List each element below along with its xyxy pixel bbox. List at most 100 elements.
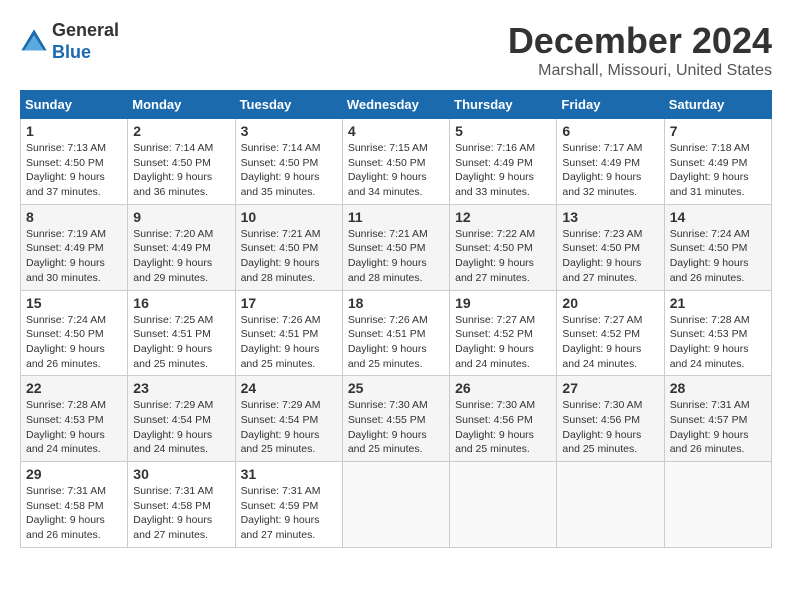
calendar-cell xyxy=(664,462,771,548)
day-info: Sunrise: 7:14 AM Sunset: 4:50 PM Dayligh… xyxy=(241,141,337,200)
calendar-cell xyxy=(450,462,557,548)
day-number: 10 xyxy=(241,209,337,225)
day-info: Sunrise: 7:31 AM Sunset: 4:57 PM Dayligh… xyxy=(670,398,766,457)
day-number: 22 xyxy=(26,380,122,396)
calendar-cell: 15 Sunrise: 7:24 AM Sunset: 4:50 PM Dayli… xyxy=(21,290,128,376)
calendar-cell: 23 Sunrise: 7:29 AM Sunset: 4:54 PM Dayli… xyxy=(128,376,235,462)
calendar-cell: 3 Sunrise: 7:14 AM Sunset: 4:50 PM Daylig… xyxy=(235,119,342,205)
day-info: Sunrise: 7:30 AM Sunset: 4:56 PM Dayligh… xyxy=(562,398,658,457)
day-info: Sunrise: 7:29 AM Sunset: 4:54 PM Dayligh… xyxy=(241,398,337,457)
header-saturday: Saturday xyxy=(664,91,771,119)
header-tuesday: Tuesday xyxy=(235,91,342,119)
calendar-cell: 9 Sunrise: 7:20 AM Sunset: 4:49 PM Daylig… xyxy=(128,204,235,290)
calendar-cell: 30 Sunrise: 7:31 AM Sunset: 4:58 PM Dayli… xyxy=(128,462,235,548)
calendar-week-3: 15 Sunrise: 7:24 AM Sunset: 4:50 PM Dayli… xyxy=(21,290,772,376)
calendar-week-1: 1 Sunrise: 7:13 AM Sunset: 4:50 PM Daylig… xyxy=(21,119,772,205)
calendar-cell: 13 Sunrise: 7:23 AM Sunset: 4:50 PM Dayli… xyxy=(557,204,664,290)
header-wednesday: Wednesday xyxy=(342,91,449,119)
header-monday: Monday xyxy=(128,91,235,119)
day-info: Sunrise: 7:27 AM Sunset: 4:52 PM Dayligh… xyxy=(562,313,658,372)
day-info: Sunrise: 7:17 AM Sunset: 4:49 PM Dayligh… xyxy=(562,141,658,200)
day-number: 18 xyxy=(348,295,444,311)
calendar-cell xyxy=(342,462,449,548)
day-number: 3 xyxy=(241,123,337,139)
day-info: Sunrise: 7:19 AM Sunset: 4:49 PM Dayligh… xyxy=(26,227,122,286)
calendar-header: Sunday Monday Tuesday Wednesday Thursday… xyxy=(21,91,772,119)
day-number: 9 xyxy=(133,209,229,225)
calendar-cell: 16Sunrise: 7:25 AM Sunset: 4:51 PM Dayli… xyxy=(128,290,235,376)
calendar-cell: 26Sunrise: 7:30 AM Sunset: 4:56 PM Dayli… xyxy=(450,376,557,462)
calendar-table: Sunday Monday Tuesday Wednesday Thursday… xyxy=(20,90,772,548)
day-info: Sunrise: 7:18 AM Sunset: 4:49 PM Dayligh… xyxy=(670,141,766,200)
day-number: 19 xyxy=(455,295,551,311)
calendar-cell: 5 Sunrise: 7:16 AM Sunset: 4:49 PM Daylig… xyxy=(450,119,557,205)
calendar-cell: 18 Sunrise: 7:26 AM Sunset: 4:51 PM Dayli… xyxy=(342,290,449,376)
day-info: Sunrise: 7:15 AM Sunset: 4:50 PM Dayligh… xyxy=(348,141,444,200)
day-info: Sunrise: 7:30 AM Sunset: 4:56 PM Dayligh… xyxy=(455,398,551,457)
day-number: 24 xyxy=(241,380,337,396)
day-number: 30 xyxy=(133,466,229,482)
day-number: 12 xyxy=(455,209,551,225)
calendar-cell: 29 Sunrise: 7:31 AM Sunset: 4:58 PM Dayli… xyxy=(21,462,128,548)
day-info: Sunrise: 7:29 AM Sunset: 4:54 PM Dayligh… xyxy=(133,398,229,457)
calendar-week-2: 8 Sunrise: 7:19 AM Sunset: 4:49 PM Daylig… xyxy=(21,204,772,290)
calendar-cell: 2Sunrise: 7:14 AM Sunset: 4:50 PM Daylig… xyxy=(128,119,235,205)
calendar-cell: 10 Sunrise: 7:21 AM Sunset: 4:50 PM Dayli… xyxy=(235,204,342,290)
day-number: 29 xyxy=(26,466,122,482)
header-row: Sunday Monday Tuesday Wednesday Thursday… xyxy=(21,91,772,119)
day-number: 1 xyxy=(26,123,122,139)
day-number: 13 xyxy=(562,209,658,225)
header-sunday: Sunday xyxy=(21,91,128,119)
day-info: Sunrise: 7:31 AM Sunset: 4:58 PM Dayligh… xyxy=(26,484,122,543)
day-number: 2 xyxy=(133,123,229,139)
header-friday: Friday xyxy=(557,91,664,119)
day-number: 21 xyxy=(670,295,766,311)
day-number: 16 xyxy=(133,295,229,311)
calendar-cell: 27Sunrise: 7:30 AM Sunset: 4:56 PM Dayli… xyxy=(557,376,664,462)
day-number: 11 xyxy=(348,209,444,225)
calendar-cell: 19 Sunrise: 7:27 AM Sunset: 4:52 PM Dayli… xyxy=(450,290,557,376)
calendar-cell: 8 Sunrise: 7:19 AM Sunset: 4:49 PM Daylig… xyxy=(21,204,128,290)
day-info: Sunrise: 7:16 AM Sunset: 4:49 PM Dayligh… xyxy=(455,141,551,200)
day-info: Sunrise: 7:24 AM Sunset: 4:50 PM Dayligh… xyxy=(26,313,122,372)
calendar-cell: 7 Sunrise: 7:18 AM Sunset: 4:49 PM Daylig… xyxy=(664,119,771,205)
calendar-cell: 28Sunrise: 7:31 AM Sunset: 4:57 PM Dayli… xyxy=(664,376,771,462)
day-number: 14 xyxy=(670,209,766,225)
page-header: General Blue December 2024 Marshall, Mis… xyxy=(20,20,772,80)
day-info: Sunrise: 7:26 AM Sunset: 4:51 PM Dayligh… xyxy=(241,313,337,372)
logo: General Blue xyxy=(20,20,119,63)
day-number: 15 xyxy=(26,295,122,311)
calendar-cell: 11 Sunrise: 7:21 AM Sunset: 4:50 PM Dayli… xyxy=(342,204,449,290)
logo-general: General xyxy=(52,20,119,40)
day-number: 5 xyxy=(455,123,551,139)
day-number: 20 xyxy=(562,295,658,311)
day-info: Sunrise: 7:27 AM Sunset: 4:52 PM Dayligh… xyxy=(455,313,551,372)
day-info: Sunrise: 7:23 AM Sunset: 4:50 PM Dayligh… xyxy=(562,227,658,286)
day-info: Sunrise: 7:28 AM Sunset: 4:53 PM Dayligh… xyxy=(26,398,122,457)
day-number: 31 xyxy=(241,466,337,482)
day-number: 8 xyxy=(26,209,122,225)
day-info: Sunrise: 7:31 AM Sunset: 4:58 PM Dayligh… xyxy=(133,484,229,543)
day-info: Sunrise: 7:26 AM Sunset: 4:51 PM Dayligh… xyxy=(348,313,444,372)
day-info: Sunrise: 7:20 AM Sunset: 4:49 PM Dayligh… xyxy=(133,227,229,286)
calendar-cell: 4 Sunrise: 7:15 AM Sunset: 4:50 PM Daylig… xyxy=(342,119,449,205)
day-info: Sunrise: 7:21 AM Sunset: 4:50 PM Dayligh… xyxy=(348,227,444,286)
logo-text: General Blue xyxy=(52,20,119,63)
calendar-cell: 1 Sunrise: 7:13 AM Sunset: 4:50 PM Daylig… xyxy=(21,119,128,205)
calendar-cell: 6Sunrise: 7:17 AM Sunset: 4:49 PM Daylig… xyxy=(557,119,664,205)
calendar-cell: 21Sunrise: 7:28 AM Sunset: 4:53 PM Dayli… xyxy=(664,290,771,376)
day-number: 4 xyxy=(348,123,444,139)
day-number: 23 xyxy=(133,380,229,396)
day-info: Sunrise: 7:13 AM Sunset: 4:50 PM Dayligh… xyxy=(26,141,122,200)
calendar-week-5: 29 Sunrise: 7:31 AM Sunset: 4:58 PM Dayli… xyxy=(21,462,772,548)
day-number: 17 xyxy=(241,295,337,311)
day-number: 7 xyxy=(670,123,766,139)
location-title: Marshall, Missouri, United States xyxy=(508,62,772,80)
day-info: Sunrise: 7:31 AM Sunset: 4:59 PM Dayligh… xyxy=(241,484,337,543)
calendar-cell: 12Sunrise: 7:22 AM Sunset: 4:50 PM Dayli… xyxy=(450,204,557,290)
day-info: Sunrise: 7:21 AM Sunset: 4:50 PM Dayligh… xyxy=(241,227,337,286)
calendar-cell: 14Sunrise: 7:24 AM Sunset: 4:50 PM Dayli… xyxy=(664,204,771,290)
header-thursday: Thursday xyxy=(450,91,557,119)
calendar-body: 1 Sunrise: 7:13 AM Sunset: 4:50 PM Daylig… xyxy=(21,119,772,548)
title-block: December 2024 Marshall, Missouri, United… xyxy=(508,20,772,80)
